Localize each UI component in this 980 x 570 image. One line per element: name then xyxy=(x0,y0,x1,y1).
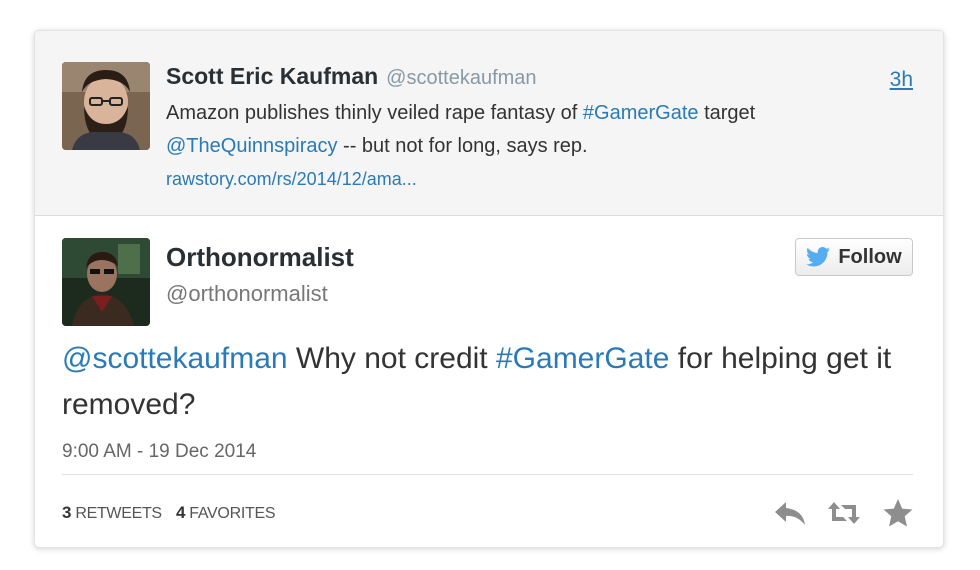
tweet-timestamp[interactable]: 9:00 AM - 19 Dec 2014 xyxy=(62,441,256,463)
parent-text-part-2: target xyxy=(704,102,756,124)
parent-author-handle[interactable]: @scottekaufman xyxy=(386,67,536,89)
star-icon[interactable] xyxy=(881,498,915,528)
follow-button[interactable]: Follow xyxy=(795,238,913,276)
tweet-stats: 3 RETWEETS 4 FAVORITES xyxy=(62,503,285,523)
parent-text-part-3: -- but not for long, says rep. xyxy=(343,135,588,157)
in-reply-to-tweet[interactable]: Scott Eric Kaufman @scottekaufman 3h Amaz… xyxy=(35,31,943,216)
hashtag-link[interactable]: #GamerGate xyxy=(496,342,669,375)
avatar-scott-eric-kaufman[interactable] xyxy=(62,62,150,150)
parent-text-part-1: Amazon publishes thinly veiled rape fant… xyxy=(166,102,578,124)
follow-label: Follow xyxy=(838,245,902,268)
favorites-count: 4 xyxy=(175,503,186,522)
parent-mention-link[interactable]: @TheQuinnspiracy xyxy=(166,135,337,157)
parent-author[interactable]: Scott Eric Kaufman @scottekaufman xyxy=(166,63,537,90)
parent-url-link[interactable]: rawstory.com/rs/2014/12/ama... xyxy=(166,169,417,189)
parent-author-name[interactable]: Scott Eric Kaufman xyxy=(166,63,378,89)
tweet-text: @scottekaufman Why not credit #GamerGate… xyxy=(62,336,912,428)
retweets-label: RETWEETS xyxy=(75,505,162,522)
retweet-icon[interactable] xyxy=(827,498,861,528)
favorites-label: FAVORITES xyxy=(189,505,276,522)
parent-tweet-text: Amazon publishes thinly veiled rape fant… xyxy=(166,97,886,196)
retweets-count: 3 xyxy=(62,503,72,522)
avatar-image xyxy=(62,238,150,326)
main-tweet: Orthonormalist @orthonormalist Follow @s… xyxy=(35,216,943,547)
author-handle[interactable]: @orthonormalist xyxy=(166,281,328,307)
avatar-image xyxy=(62,62,150,150)
parent-timestamp-link[interactable]: 3h xyxy=(890,68,913,92)
divider xyxy=(62,474,913,475)
mention-link[interactable]: @scottekaufman xyxy=(62,342,288,375)
reply-icon[interactable] xyxy=(773,498,807,528)
parent-hashtag-link[interactable]: #GamerGate xyxy=(583,102,699,124)
author-name[interactable]: Orthonormalist xyxy=(166,242,354,273)
tweet-text-part-1: Why not credit xyxy=(295,342,488,375)
avatar-orthonormalist[interactable] xyxy=(62,238,150,326)
tweet-actions xyxy=(773,498,915,528)
embedded-tweet-card: Scott Eric Kaufman @scottekaufman 3h Amaz… xyxy=(34,30,944,548)
retweets-stat[interactable]: 3 RETWEETS xyxy=(62,503,166,522)
favorites-stat[interactable]: 4 FAVORITES xyxy=(175,503,276,522)
twitter-bird-icon xyxy=(806,247,831,267)
